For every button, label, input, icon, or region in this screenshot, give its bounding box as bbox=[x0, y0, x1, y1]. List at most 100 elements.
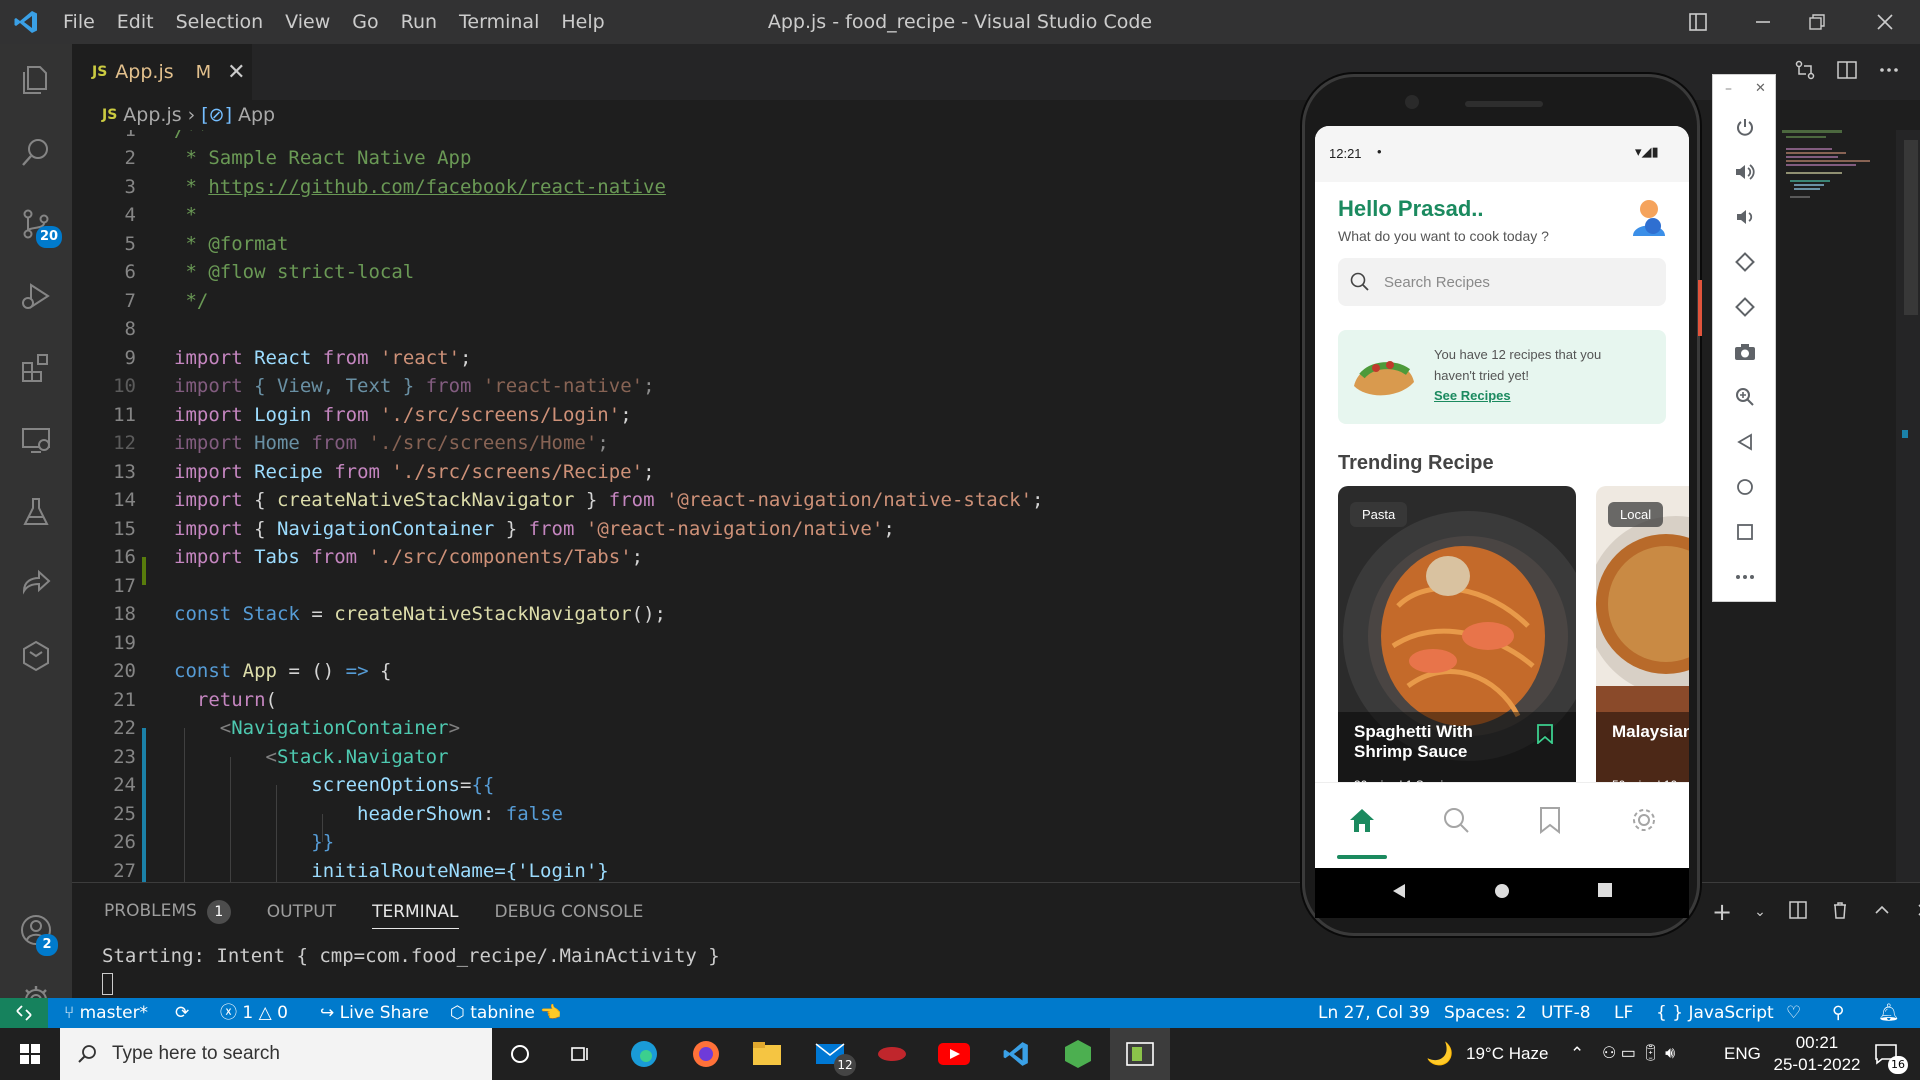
menu-run[interactable]: Run bbox=[390, 0, 448, 44]
clock-date[interactable]: 25-01-2022 bbox=[1772, 1054, 1862, 1076]
terminal-output[interactable]: Starting: Intent { cmp=com.food_recipe/.… bbox=[102, 945, 720, 967]
close-panel-icon[interactable] bbox=[1914, 900, 1920, 924]
split-editor-icon[interactable] bbox=[1836, 59, 1858, 85]
close-tab-icon[interactable]: ✕ bbox=[227, 60, 245, 85]
recipe-card[interactable]: Pasta Spaghetti With Shrimp Sauce 30 min… bbox=[1338, 486, 1576, 792]
power-icon[interactable] bbox=[1713, 105, 1777, 149]
maximize-panel-icon[interactable] bbox=[1872, 900, 1892, 924]
menu-selection[interactable]: Selection bbox=[165, 0, 275, 44]
cortana-icon[interactable] bbox=[490, 1028, 550, 1080]
menu-file[interactable]: File bbox=[52, 0, 106, 44]
breadcrumb-symbol[interactable]: App bbox=[238, 104, 275, 126]
more-options-icon[interactable] bbox=[1713, 555, 1777, 599]
recipe-search-input[interactable]: Search Recipes bbox=[1338, 258, 1666, 306]
run-debug-icon[interactable] bbox=[0, 260, 72, 332]
explorer-icon[interactable] bbox=[0, 44, 72, 116]
firefox-icon[interactable] bbox=[676, 1028, 736, 1080]
recents-nav-icon[interactable] bbox=[1597, 882, 1613, 902]
bookmark-tab-icon[interactable] bbox=[1503, 783, 1597, 857]
search-icon[interactable] bbox=[0, 116, 72, 188]
trash-icon[interactable] bbox=[1830, 900, 1850, 924]
tab-app-js[interactable]: JS App.js M ✕ bbox=[72, 44, 252, 100]
branch-item[interactable]: ⑂ master* bbox=[64, 998, 148, 1028]
emulator-taskbar-icon[interactable] bbox=[1110, 1028, 1170, 1080]
phone-screen[interactable]: 12:21 • ▾◢▮ Hello Prasad.. What do you w… bbox=[1315, 126, 1689, 868]
youtube-icon[interactable] bbox=[924, 1028, 984, 1080]
accounts-status-icon[interactable]: ⚲ bbox=[1832, 998, 1844, 1028]
restore-button[interactable] bbox=[1787, 0, 1847, 44]
remote-explorer-icon[interactable] bbox=[0, 404, 72, 476]
weather-text[interactable]: 19°C Haze bbox=[1466, 1028, 1548, 1080]
encoding[interactable]: UTF-8 bbox=[1541, 998, 1591, 1028]
compare-changes-icon[interactable] bbox=[1794, 59, 1816, 85]
vscode-taskbar-icon[interactable] bbox=[986, 1028, 1046, 1080]
editor-scrollbar[interactable] bbox=[1896, 130, 1920, 882]
code-link[interactable]: https://github.com/facebook/react-native bbox=[208, 176, 666, 198]
end-of-line[interactable]: LF bbox=[1614, 998, 1633, 1028]
tabnine-status[interactable]: ⬡ tabnine 👈 bbox=[450, 998, 561, 1028]
tab-terminal[interactable]: TERMINAL bbox=[372, 902, 459, 929]
rotate-left-icon[interactable] bbox=[1713, 240, 1777, 284]
avatar[interactable] bbox=[1631, 198, 1667, 238]
source-control-icon[interactable]: 20 bbox=[0, 188, 72, 260]
chevron-down-icon[interactable]: ⌄ bbox=[1754, 904, 1766, 920]
close-window-button[interactable] bbox=[1855, 0, 1915, 44]
sync-icon[interactable]: ⟳ bbox=[175, 998, 189, 1028]
settings-tab-icon[interactable] bbox=[1597, 783, 1689, 857]
rotate-right-icon[interactable] bbox=[1713, 285, 1777, 329]
back-button-icon[interactable] bbox=[1713, 420, 1777, 464]
menu-help[interactable]: Help bbox=[550, 0, 615, 44]
notification-center-icon[interactable]: 16 bbox=[1856, 1028, 1916, 1080]
file-explorer-icon[interactable] bbox=[737, 1028, 797, 1080]
zoom-icon[interactable] bbox=[1713, 375, 1777, 419]
nodejs-icon[interactable] bbox=[1048, 1028, 1108, 1080]
tray-chevron-icon[interactable]: ⌃ bbox=[1570, 1028, 1584, 1080]
game-app-icon[interactable] bbox=[862, 1028, 922, 1080]
minimap[interactable] bbox=[1782, 130, 1902, 882]
volume-up-icon[interactable] bbox=[1713, 150, 1777, 194]
live-share-icon[interactable] bbox=[0, 548, 72, 620]
notifications-bell-icon[interactable]: 🔔︎ bbox=[1878, 998, 1900, 1028]
new-terminal-icon[interactable]: + bbox=[1712, 898, 1732, 926]
indentation[interactable]: Spaces: 2 bbox=[1444, 998, 1527, 1028]
tabnine-icon[interactable] bbox=[0, 620, 72, 692]
tray-icons[interactable]: ⚇ ▭ 🔋︎ 🔊︎ bbox=[1602, 1028, 1675, 1080]
breadcrumb-file[interactable]: App.js bbox=[123, 104, 181, 126]
minimize-emulator-icon[interactable]: – bbox=[1725, 81, 1732, 97]
layout-toggle-icon[interactable] bbox=[1668, 0, 1728, 44]
extensions-icon[interactable] bbox=[0, 332, 72, 404]
tweet-feedback-icon[interactable]: ♡ bbox=[1786, 998, 1801, 1028]
mail-icon[interactable]: 12 bbox=[800, 1028, 860, 1080]
edge-browser-icon[interactable] bbox=[614, 1028, 674, 1080]
language-mode[interactable]: { } JavaScript bbox=[1656, 998, 1774, 1028]
split-terminal-icon[interactable] bbox=[1788, 900, 1808, 924]
accounts-icon[interactable]: 2 bbox=[0, 894, 72, 966]
task-view-icon[interactable] bbox=[550, 1028, 610, 1080]
home-button-icon[interactable] bbox=[1713, 465, 1777, 509]
cursor-position[interactable]: Ln 27, Col 39 bbox=[1318, 998, 1430, 1028]
camera-icon[interactable] bbox=[1713, 330, 1777, 374]
back-nav-icon[interactable] bbox=[1391, 882, 1407, 904]
overview-button-icon[interactable] bbox=[1713, 510, 1777, 554]
search-tab-icon[interactable] bbox=[1409, 783, 1503, 857]
recipe-card[interactable]: Local Malaysian Chicken S 50 mins | 10 bbox=[1596, 486, 1689, 792]
see-recipes-link[interactable]: See Recipes bbox=[1434, 388, 1511, 403]
code-editor[interactable]: 1 /** 2 * Sample React Native App 3 * htt… bbox=[72, 130, 1312, 882]
minimize-button[interactable] bbox=[1733, 0, 1793, 44]
menu-go[interactable]: Go bbox=[341, 0, 389, 44]
volume-down-icon[interactable] bbox=[1713, 195, 1777, 239]
menu-terminal[interactable]: Terminal bbox=[448, 0, 550, 44]
more-actions-icon[interactable] bbox=[1878, 59, 1900, 85]
bookmark-icon[interactable] bbox=[1536, 724, 1554, 749]
menu-view[interactable]: View bbox=[274, 0, 341, 44]
live-share-status[interactable]: ↪ Live Share bbox=[320, 998, 429, 1028]
windows-start-icon[interactable] bbox=[0, 1028, 60, 1080]
remote-indicator-icon[interactable] bbox=[0, 998, 48, 1028]
menu-edit[interactable]: Edit bbox=[106, 0, 165, 44]
tab-debug-console[interactable]: DEBUG CONSOLE bbox=[495, 902, 644, 922]
tab-problems[interactable]: PROBLEMS 1 bbox=[104, 900, 231, 924]
input-language[interactable]: ENG bbox=[1724, 1028, 1761, 1080]
clock-time[interactable]: 00:21 bbox=[1772, 1032, 1862, 1054]
close-emulator-icon[interactable]: ✕ bbox=[1755, 81, 1766, 96]
home-nav-icon[interactable] bbox=[1493, 882, 1511, 904]
